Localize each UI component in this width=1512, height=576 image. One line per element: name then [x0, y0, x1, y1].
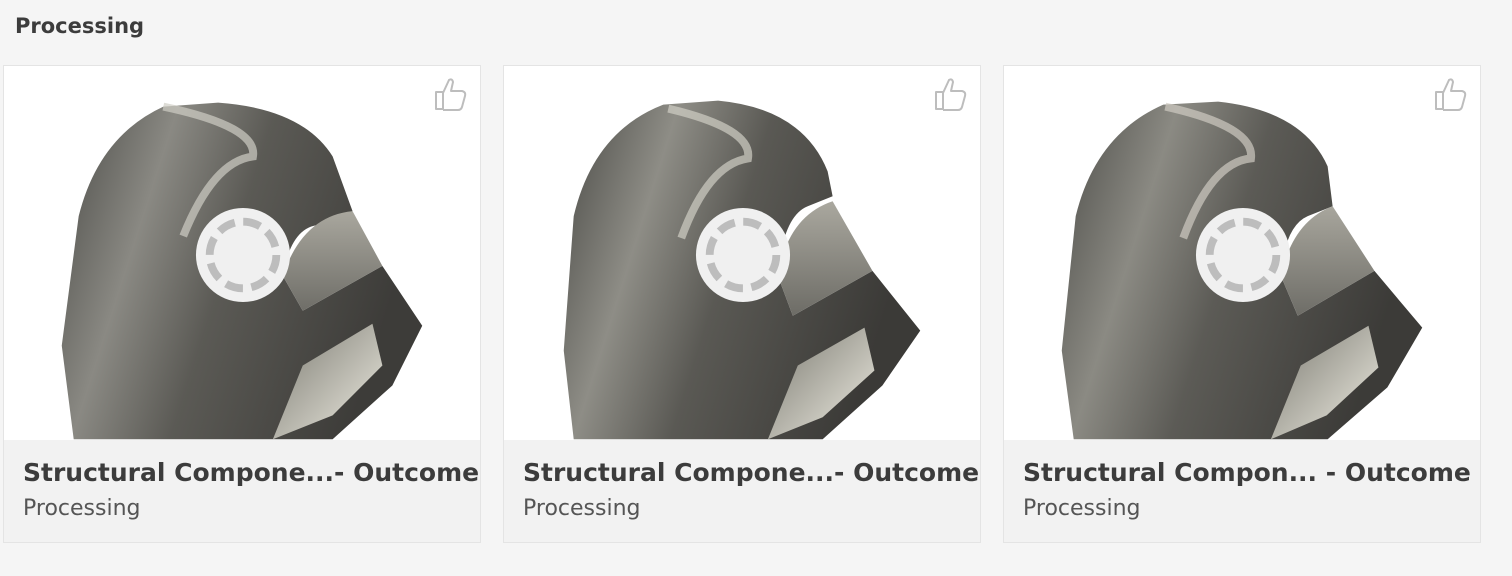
outcome-card[interactable]: Structural Compone...- Outcome 2 Process…: [503, 65, 981, 543]
thumbs-up-icon[interactable]: [1430, 74, 1470, 114]
outcome-info: Structural Compone...- Outcome 2 Process…: [504, 440, 980, 521]
section-title: Processing: [15, 14, 145, 38]
outcome-thumbnail[interactable]: [504, 66, 980, 440]
outcome-card[interactable]: Structural Compone...- Outcome 1 Process…: [3, 65, 481, 543]
outcome-card-list: Structural Compone...- Outcome 1 Process…: [3, 65, 1481, 543]
outcome-thumbnail[interactable]: [4, 66, 480, 440]
outcome-status: Processing: [23, 496, 141, 521]
outcome-title: Structural Compone...- Outcome 2: [523, 458, 980, 487]
outcome-info: Structural Compon... - Outcome 3 Process…: [1004, 440, 1480, 521]
outcome-title: Structural Compon... - Outcome 3: [1023, 458, 1480, 487]
loading-spinner-icon: [695, 207, 791, 303]
outcome-card[interactable]: Structural Compon... - Outcome 3 Process…: [1003, 65, 1481, 543]
outcome-thumbnail[interactable]: [1004, 66, 1480, 440]
outcome-status: Processing: [523, 496, 641, 521]
loading-spinner-icon: [195, 207, 291, 303]
outcome-status: Processing: [1023, 496, 1141, 521]
outcome-title: Structural Compone...- Outcome 1: [23, 458, 480, 487]
thumbs-up-icon[interactable]: [430, 74, 470, 114]
thumbs-up-icon[interactable]: [930, 74, 970, 114]
outcome-info: Structural Compone...- Outcome 1 Process…: [4, 440, 480, 521]
loading-spinner-icon: [1195, 207, 1291, 303]
